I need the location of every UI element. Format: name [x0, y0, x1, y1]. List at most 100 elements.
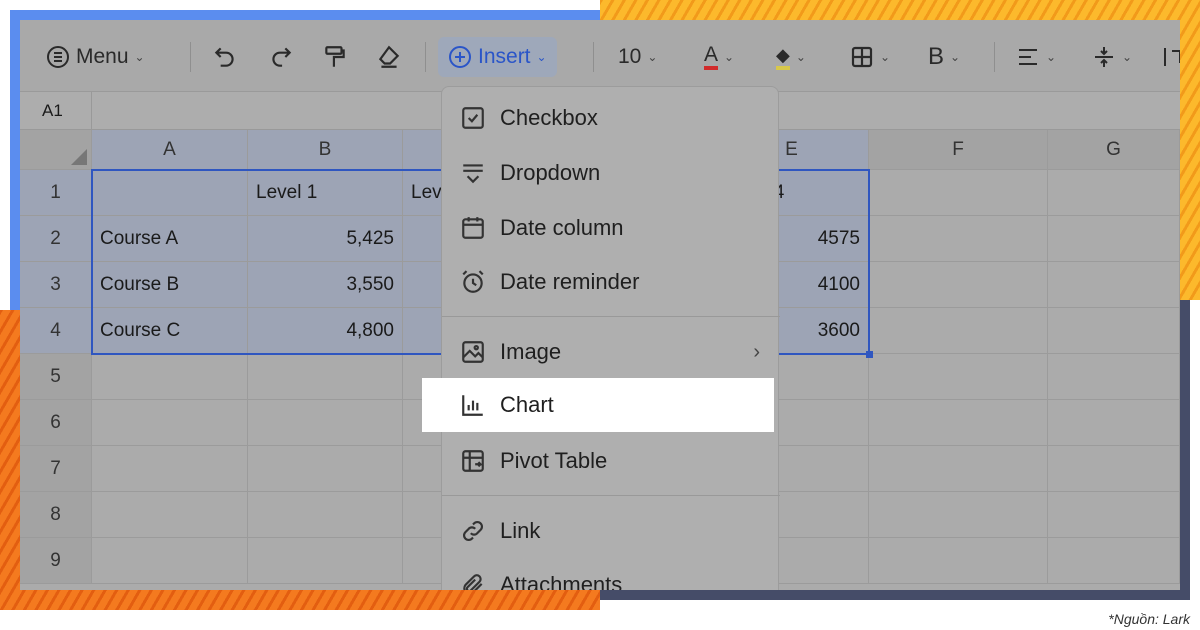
menu-item-checkbox[interactable]: Checkbox	[442, 91, 780, 145]
redo-icon	[272, 47, 292, 67]
menu-item-label: Chart	[500, 392, 554, 417]
cell-b6[interactable]	[248, 400, 403, 446]
cell-a9[interactable]	[92, 538, 248, 584]
cell-f3[interactable]	[869, 262, 1048, 308]
paint-roller-icon	[325, 46, 345, 67]
chevron-down-icon: ⌄	[950, 50, 961, 64]
cell-g6[interactable]	[1048, 400, 1180, 446]
row-header-4[interactable]: 4	[20, 308, 92, 354]
align-button[interactable]: ⌄	[1016, 42, 1056, 72]
cell-a8[interactable]	[92, 492, 248, 538]
row-header-2[interactable]: 2	[20, 216, 92, 262]
select-all-corner[interactable]	[20, 130, 92, 170]
menu-item-attachments[interactable]: Attachments	[442, 558, 780, 590]
cell-b8[interactable]	[248, 492, 403, 538]
cell-g4[interactable]	[1048, 308, 1180, 354]
column-header-b[interactable]: B	[248, 130, 403, 170]
link-icon	[463, 521, 483, 541]
paint-bucket-icon: ◆	[776, 44, 790, 70]
wrap-button[interactable]	[1162, 42, 1180, 72]
cell-f6[interactable]	[869, 400, 1048, 446]
cell-g2[interactable]	[1048, 216, 1180, 262]
cell-g5[interactable]	[1048, 354, 1180, 400]
chevron-down-icon: ⌄	[134, 50, 145, 64]
divider	[593, 42, 594, 72]
cell-g1[interactable]	[1048, 170, 1180, 216]
row-header-1[interactable]: 1	[20, 170, 92, 216]
format-painter-button[interactable]	[322, 42, 348, 72]
menu-item-link[interactable]: Link	[442, 504, 780, 558]
menu-item-pivot-table[interactable]: Pivot Table	[442, 434, 780, 488]
source-note: *Nguồn: Lark	[1108, 611, 1190, 627]
toolbar: Menu ⌄ Insert ⌄ 10 ⌄ A ⌄ ◆ ⌄ ⌄ B ⌄ ⌄ ⌄	[20, 20, 1180, 92]
menu-divider	[442, 316, 780, 317]
menu-item-label: Attachments	[500, 572, 623, 590]
row-header-6[interactable]: 6	[20, 400, 92, 446]
undo-icon	[214, 47, 234, 67]
menu-item-date-column[interactable]: Date column	[442, 201, 780, 255]
menu-item-dropdown[interactable]: Dropdown	[442, 146, 780, 200]
chevron-down-icon: ⌄	[1122, 50, 1133, 64]
cell-f7[interactable]	[869, 446, 1048, 492]
cell-a6[interactable]	[92, 400, 248, 446]
vertical-align-button[interactable]: ⌄	[1092, 42, 1132, 72]
chevron-right-icon: ›	[753, 340, 760, 363]
row-header-5[interactable]: 5	[20, 354, 92, 400]
column-header-f[interactable]: F	[869, 130, 1048, 170]
row-header-8[interactable]: 8	[20, 492, 92, 538]
clear-format-button[interactable]	[376, 42, 402, 72]
menu-item-image[interactable]: Image ›	[442, 325, 780, 379]
menu-divider	[442, 495, 780, 496]
chevron-down-icon: ⌄	[795, 50, 806, 64]
chevron-down-icon: ⌄	[647, 50, 658, 64]
bold-button[interactable]: B ⌄	[928, 42, 960, 72]
cell-f8[interactable]	[869, 492, 1048, 538]
cell-b7[interactable]	[248, 446, 403, 492]
cell-g3[interactable]	[1048, 262, 1180, 308]
image-icon	[462, 341, 484, 363]
cell-a5[interactable]	[92, 354, 248, 400]
font-size-select[interactable]: 10 ⌄	[618, 42, 657, 72]
checkbox-icon	[462, 107, 484, 129]
cell-f2[interactable]	[869, 216, 1048, 262]
cell-f4[interactable]	[869, 308, 1048, 354]
menu-item-label: Image	[500, 339, 562, 364]
cell-b9[interactable]	[248, 538, 403, 584]
cell-b5[interactable]	[248, 354, 403, 400]
text-color-button[interactable]: A ⌄	[704, 42, 734, 72]
chevron-down-icon: ⌄	[724, 50, 735, 64]
align-left-icon	[1019, 49, 1037, 65]
corner-triangle-icon	[71, 149, 87, 165]
row-header-7[interactable]: 7	[20, 446, 92, 492]
menu-item-chart[interactable]: Chart	[422, 378, 774, 432]
insert-button[interactable]: Insert ⌄	[438, 37, 557, 77]
plus-circle-icon	[449, 46, 471, 68]
pivot-table-icon	[462, 450, 484, 472]
selection-fill-handle[interactable]	[866, 351, 873, 358]
cell-g7[interactable]	[1048, 446, 1180, 492]
cell-f1[interactable]	[869, 170, 1048, 216]
row-header-3[interactable]: 3	[20, 262, 92, 308]
cell-f9[interactable]	[869, 538, 1048, 584]
font-size-value: 10	[618, 45, 642, 68]
divider	[190, 42, 191, 72]
column-header-a[interactable]: A	[92, 130, 248, 170]
column-header-g[interactable]: G	[1048, 130, 1180, 170]
redo-button[interactable]	[268, 42, 294, 72]
menu-button[interactable]: Menu ⌄	[46, 42, 145, 72]
dropdown-icon	[463, 164, 483, 184]
fill-color-button[interactable]: ◆ ⌄	[776, 42, 806, 72]
eraser-icon	[378, 45, 400, 68]
text-color-icon: A	[704, 44, 719, 70]
cell-a7[interactable]	[92, 446, 248, 492]
menu-item-label: Dropdown	[500, 160, 601, 185]
row-header-9[interactable]: 9	[20, 538, 92, 584]
cell-reference[interactable]: A1	[20, 92, 92, 130]
borders-button[interactable]: ⌄	[850, 42, 890, 72]
menu-item-date-reminder[interactable]: Date reminder	[442, 255, 780, 309]
undo-button[interactable]	[212, 42, 238, 72]
vertical-align-icon	[1095, 47, 1113, 67]
cell-g8[interactable]	[1048, 492, 1180, 538]
cell-f5[interactable]	[869, 354, 1048, 400]
cell-g9[interactable]	[1048, 538, 1180, 584]
